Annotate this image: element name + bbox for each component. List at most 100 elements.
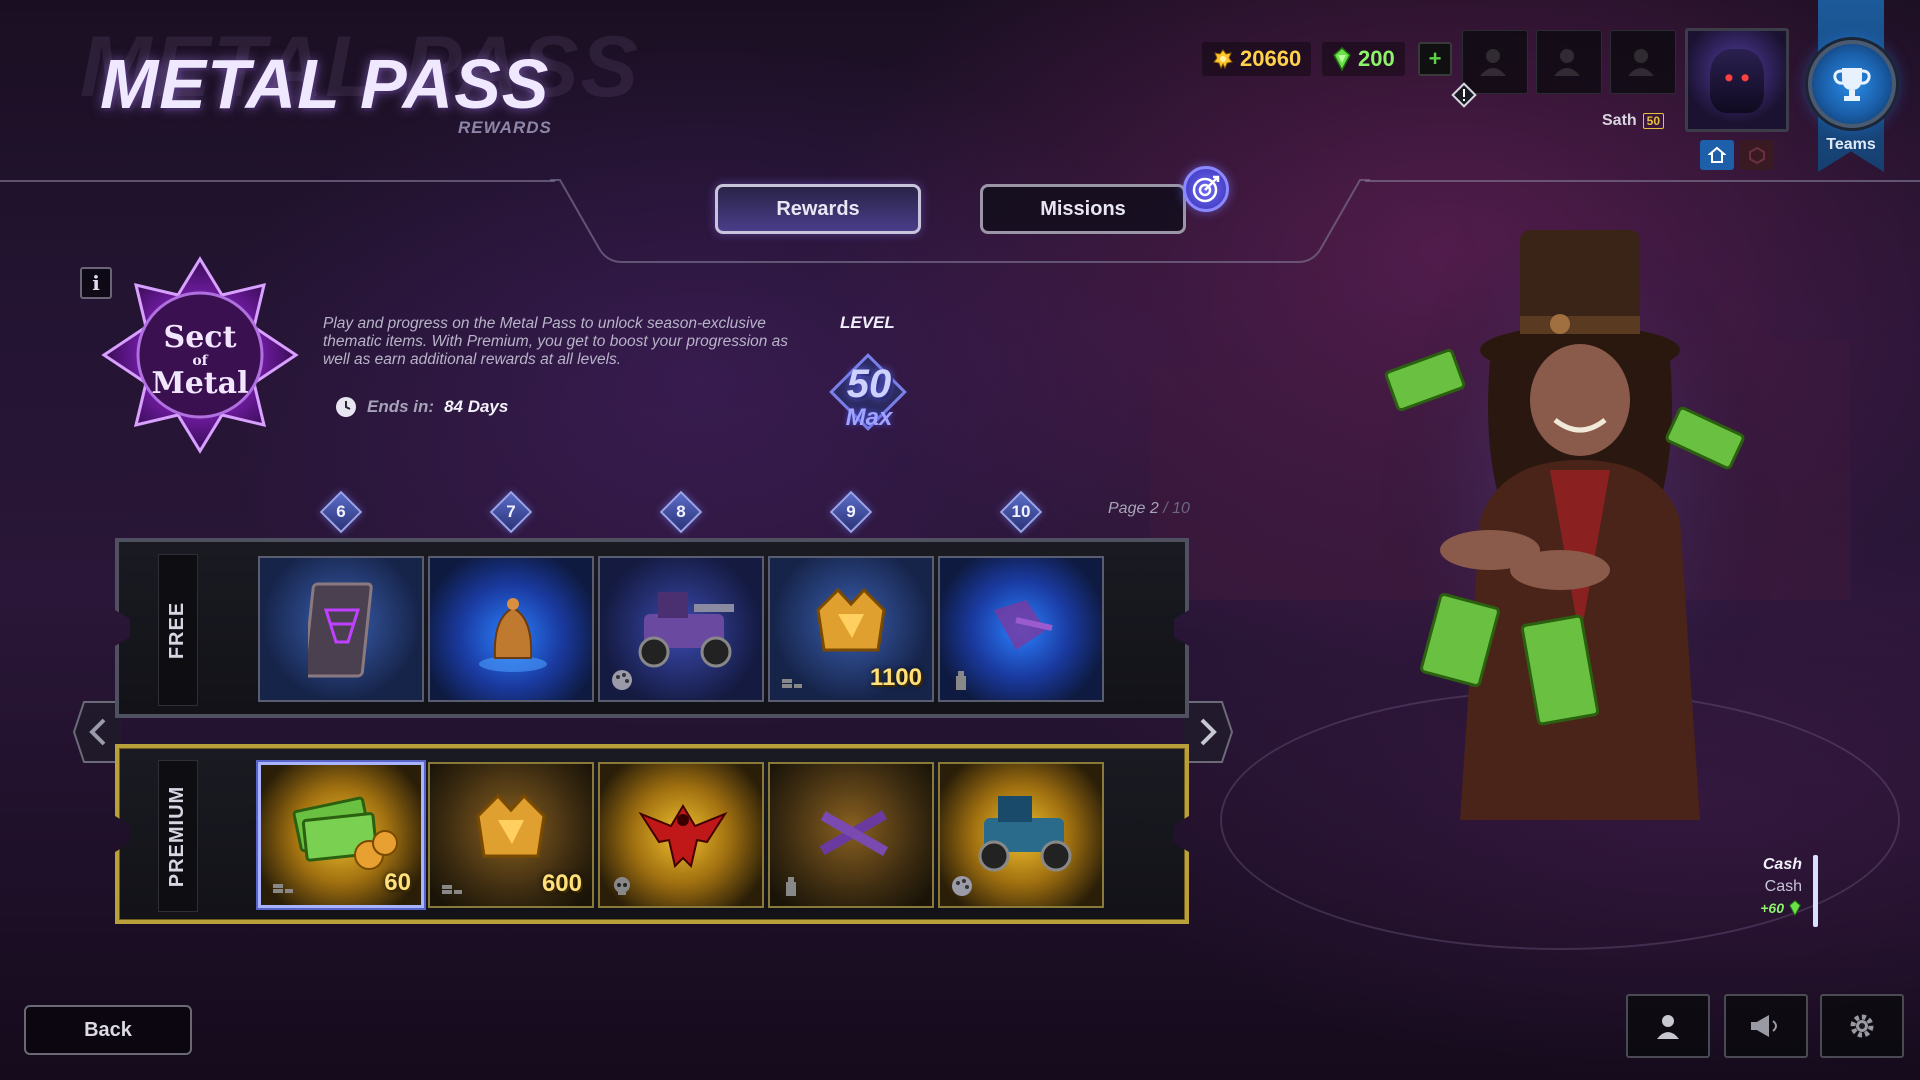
cash-icon [292, 796, 398, 870]
party-slot-2[interactable] [1536, 30, 1602, 94]
green-currency: 200 [1322, 42, 1405, 76]
selected-reward-title: Cash [1762, 856, 1802, 873]
player-avatar[interactable] [1685, 28, 1789, 132]
gold-coin-icon [1213, 49, 1233, 70]
level-marker: 6 [319, 490, 363, 534]
green-gem-icon [1789, 900, 1801, 916]
phoenix-decal-icon [638, 804, 728, 868]
frame-line-left [0, 180, 555, 182]
green-gem-icon [1333, 47, 1351, 71]
season-description: Play and progress on the Metal Pass to u… [323, 315, 789, 368]
frame-line-right [1365, 180, 1920, 182]
selected-reward-subtitle: Cash [1764, 878, 1802, 895]
user-icon [1657, 1015, 1679, 1039]
spray-icon [994, 600, 1053, 650]
free-reward-level-9[interactable]: 1100 [768, 556, 934, 702]
season-emblem: Sect of Metal [100, 255, 300, 455]
reward-quantity: 600 [541, 870, 582, 897]
spray-can-icon [786, 877, 796, 896]
cube-icon [1749, 146, 1765, 164]
info-button[interactable]: i [80, 267, 112, 299]
settings-button[interactable] [1820, 994, 1904, 1058]
premium-reward-level-7[interactable]: 600 [428, 762, 594, 908]
emblem-text-metal: Metal [152, 366, 249, 401]
home-icon [1708, 146, 1726, 163]
green-amount: 200 [1358, 46, 1395, 71]
free-reward-level-10[interactable] [938, 556, 1104, 702]
target-icon [1192, 175, 1220, 203]
premium-reward-level-9[interactable] [768, 762, 934, 908]
season-ends: Ends in: 84 Days [335, 396, 508, 418]
ends-value: 84 Days [444, 397, 509, 416]
banner-icon [308, 582, 373, 678]
warning-icon[interactable] [1451, 82, 1477, 108]
spray-can-icon [956, 671, 966, 690]
tab-missions[interactable]: Missions [980, 184, 1186, 234]
gear-icon [1850, 1014, 1874, 1038]
page-title: METAL PASS [100, 45, 550, 123]
level-max: Max [845, 404, 893, 431]
clock-icon [336, 397, 356, 417]
party-slot-3[interactable] [1610, 30, 1676, 94]
level-marker: 8 [659, 490, 703, 534]
gold-currency: 20660 [1202, 42, 1312, 76]
player-level-badge: 50 [1642, 113, 1665, 129]
cube-button[interactable] [1740, 140, 1774, 170]
selected-reward-bonus: +60 [1700, 900, 1802, 916]
premium-track-label: PREMIUM [158, 760, 198, 912]
page-indicator: Page 2 / 10 [1108, 500, 1190, 517]
back-button[interactable]: Back [24, 1005, 192, 1055]
selected-reward-caption: Cash Cash +60 [1700, 856, 1802, 916]
coins-stack-icon [442, 885, 462, 894]
free-reward-level-7[interactable] [428, 556, 594, 702]
player-name: Sath [1602, 112, 1637, 129]
megaphone-icon [1751, 1015, 1777, 1037]
next-page-button[interactable] [1182, 700, 1234, 764]
ends-label: Ends in: [367, 397, 435, 416]
level-marker: 7 [489, 490, 533, 534]
paint-palette-icon [612, 670, 632, 690]
missions-target-badge [1183, 166, 1229, 212]
character-illustration [1380, 230, 1780, 820]
free-reward-level-8[interactable] [598, 556, 764, 702]
emblem-text-sect: Sect [164, 320, 237, 355]
notifications-button[interactable] [1724, 994, 1808, 1058]
coins-stack-icon [273, 884, 293, 893]
vehicle-icon [978, 796, 1072, 872]
gold-amount: 20660 [1240, 46, 1302, 71]
coins-stack-icon [782, 679, 802, 688]
premium-reward-level-8[interactable] [598, 762, 764, 908]
user-add-icon [1628, 49, 1654, 76]
free-track-label: FREE [158, 554, 198, 706]
skull-icon [614, 877, 630, 895]
user-add-icon [1554, 49, 1580, 76]
reward-quantity: 1100 [869, 664, 922, 691]
crossed-guns-icon [819, 810, 889, 856]
home-button[interactable] [1700, 140, 1734, 170]
trophy-icon [1833, 68, 1871, 101]
chevron-right-icon [1184, 701, 1234, 763]
level-value: 50 [846, 362, 892, 406]
teams-button[interactable] [1808, 40, 1896, 128]
vehicle-icon [638, 592, 734, 668]
premium-reward-level-10[interactable] [938, 762, 1104, 908]
reward-quantity: 60 [384, 869, 411, 896]
add-currency-button[interactable]: + [1418, 42, 1452, 76]
teams-label: Teams [1826, 136, 1876, 153]
profile-button[interactable] [1626, 994, 1710, 1058]
level-marker: 9 [829, 490, 873, 534]
premium-reward-level-6[interactable]: 60 [258, 762, 424, 908]
free-reward-level-6[interactable] [258, 556, 424, 702]
level-label: LEVEL [840, 313, 895, 332]
player-info: Sath 50 [1602, 112, 1665, 130]
user-add-icon [1480, 49, 1506, 76]
tab-rewards[interactable]: Rewards [715, 184, 921, 234]
bell-icon [479, 598, 547, 672]
caption-accent-bar [1813, 855, 1818, 927]
level-marker: 10 [999, 490, 1043, 534]
page-subtitle: REWARDS [458, 118, 552, 137]
tab-frame [550, 179, 1370, 263]
gold-crown-icon [816, 587, 886, 652]
paint-palette-icon [952, 876, 972, 896]
gold-crown-icon [476, 793, 546, 858]
